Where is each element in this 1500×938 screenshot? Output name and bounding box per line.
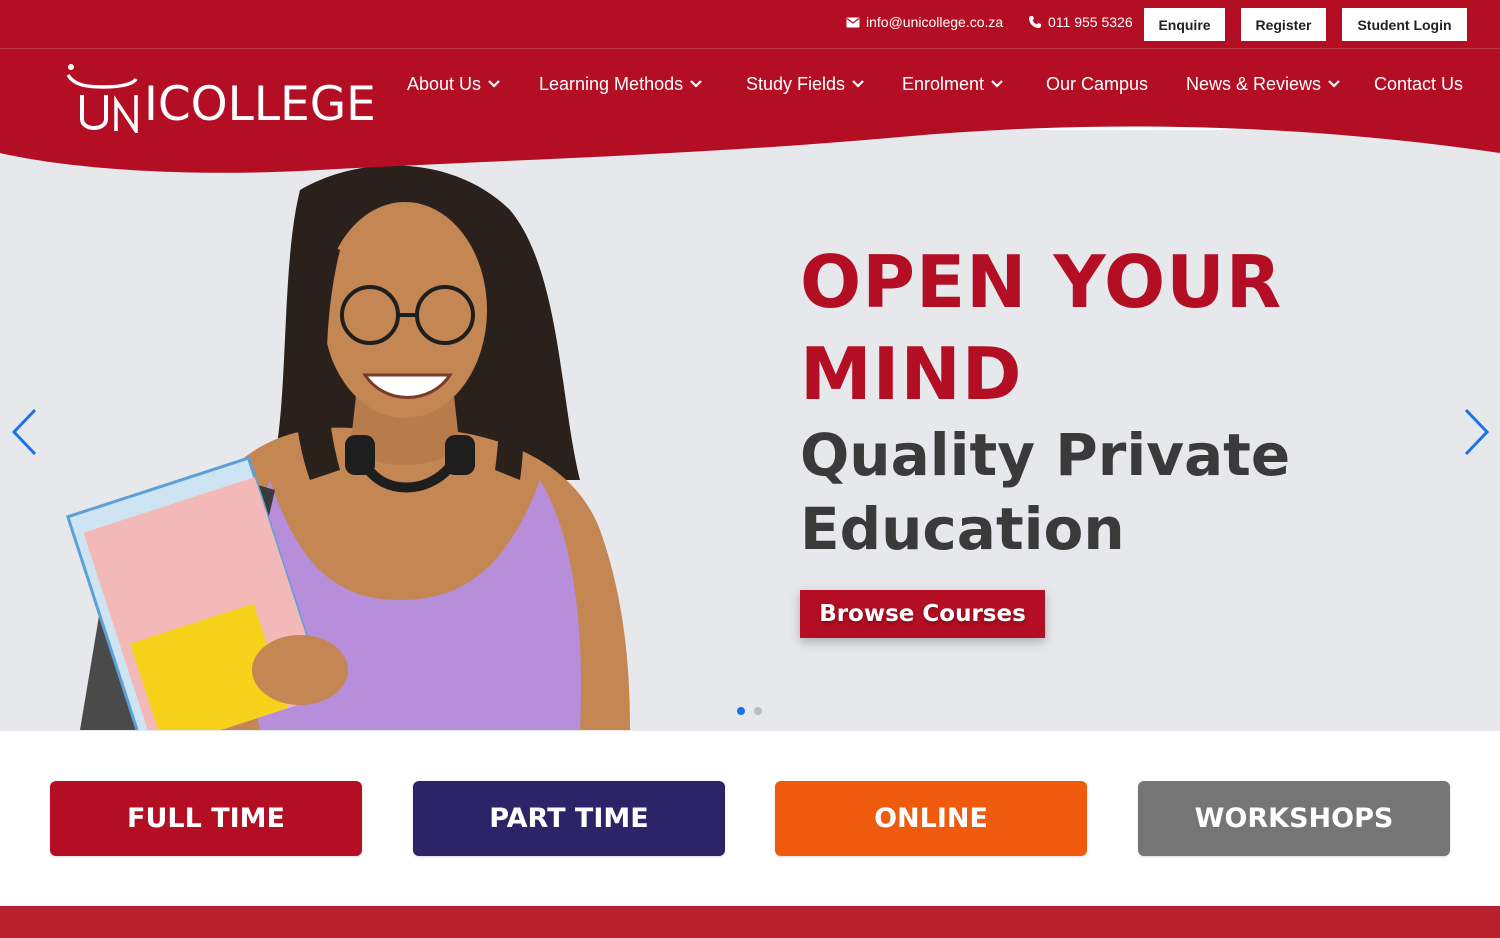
subhead-line-1: Quality Private	[800, 421, 1291, 489]
nav-label: Enrolment	[902, 73, 985, 94]
slider-dot-2[interactable]	[754, 707, 762, 715]
email-text[interactable]: info@unicollege.co.za	[866, 14, 1003, 30]
chevron-down-icon	[852, 80, 864, 88]
nav-contact-us[interactable]: Contact Us	[1374, 72, 1463, 96]
hero-headline: OPEN YOUR MIND	[800, 236, 1320, 420]
hero-subheading: Quality Private Education	[800, 418, 1360, 566]
unicollege-logo[interactable]: ICOLLEGE	[64, 61, 376, 133]
phone-icon	[1028, 15, 1042, 29]
nav-label: Study Fields	[746, 73, 846, 94]
chevron-down-icon	[488, 80, 500, 88]
nav-learning-methods[interactable]: Learning Methods	[539, 72, 703, 96]
chevron-down-icon	[690, 80, 702, 88]
workshops-button[interactable]: WORKSHOPS	[1138, 781, 1450, 856]
top-bar: info@unicollege.co.za 011 955 5326 Enqui…	[0, 0, 1500, 49]
slider-dot-1[interactable]	[737, 707, 745, 715]
phone-text[interactable]: 011 955 5326	[1048, 14, 1133, 30]
register-button[interactable]: Register	[1241, 8, 1326, 41]
email-contact[interactable]: info@unicollege.co.za	[846, 14, 1003, 30]
nav-our-campus[interactable]: Our Campus	[1046, 72, 1148, 96]
logo-text: ICOLLEGE	[144, 77, 376, 132]
chevron-down-icon	[991, 80, 1003, 88]
phone-contact[interactable]: 011 955 5326	[1028, 14, 1133, 30]
slider-next-arrow-icon[interactable]	[1461, 408, 1491, 456]
slider-dots	[737, 707, 762, 715]
full-time-button[interactable]: FULL TIME	[50, 781, 362, 856]
envelope-icon	[846, 17, 860, 28]
nav-label: Our Campus	[1046, 73, 1149, 94]
headline-line-2: MIND	[800, 332, 1023, 416]
slider-prev-arrow-icon[interactable]	[10, 408, 40, 456]
nav-label: About Us	[407, 73, 482, 94]
headline-line-1: OPEN YOUR	[800, 240, 1283, 324]
browse-courses-button[interactable]: Browse Courses	[800, 590, 1045, 638]
nav-enrolment[interactable]: Enrolment	[902, 72, 1004, 96]
site-header: ICOLLEGE About Us Learning Methods Study…	[0, 49, 1500, 179]
subhead-line-2: Education	[800, 495, 1125, 563]
part-time-button[interactable]: PART TIME	[413, 781, 725, 856]
nav-about-us[interactable]: About Us	[407, 72, 501, 96]
nav-label: Contact Us	[1374, 73, 1464, 94]
student-login-button[interactable]: Student Login	[1342, 8, 1467, 41]
enquire-button[interactable]: Enquire	[1144, 8, 1225, 41]
nav-label: News & Reviews	[1186, 73, 1322, 94]
student-image	[65, 165, 630, 730]
chevron-down-icon	[1328, 80, 1340, 88]
nav-news-reviews[interactable]: News & Reviews	[1186, 72, 1341, 96]
online-button[interactable]: ONLINE	[775, 781, 1087, 856]
footer-band	[0, 906, 1500, 938]
nav-study-fields[interactable]: Study Fields	[746, 72, 865, 96]
nav-label: Learning Methods	[539, 73, 684, 94]
